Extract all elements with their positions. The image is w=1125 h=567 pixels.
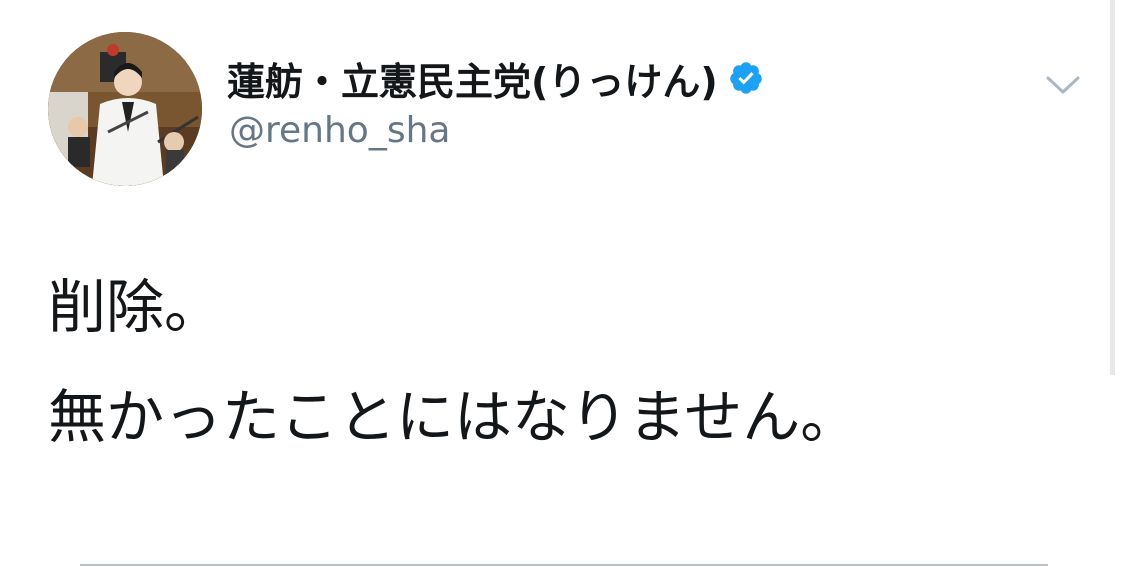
author-name-row[interactable]: 蓮舫・立憲民主党(りっけん) — [227, 52, 764, 104]
tweet-text: 削除。 無かったことにはなりません。 — [48, 252, 1088, 472]
divider — [80, 564, 1048, 566]
avatar-photo — [48, 32, 202, 186]
tweet-text-line: 削除。 — [48, 273, 223, 341]
avatar[interactable] — [48, 32, 202, 186]
verified-badge-icon — [729, 62, 762, 94]
tweet-card[interactable]: 蓮舫・立憲民主党(りっけん) @renho_sha 削除。 無かったことにはなり… — [0, 0, 1125, 567]
tweet-text-line: 無かったことにはなりません。 — [48, 383, 859, 451]
author-handle[interactable]: @renho_sha — [229, 110, 450, 151]
display-name[interactable]: 蓮舫・立憲民主党(りっけん) — [227, 51, 718, 106]
scrollbar[interactable] — [1110, 0, 1115, 375]
chevron-down-icon[interactable] — [1042, 70, 1084, 100]
